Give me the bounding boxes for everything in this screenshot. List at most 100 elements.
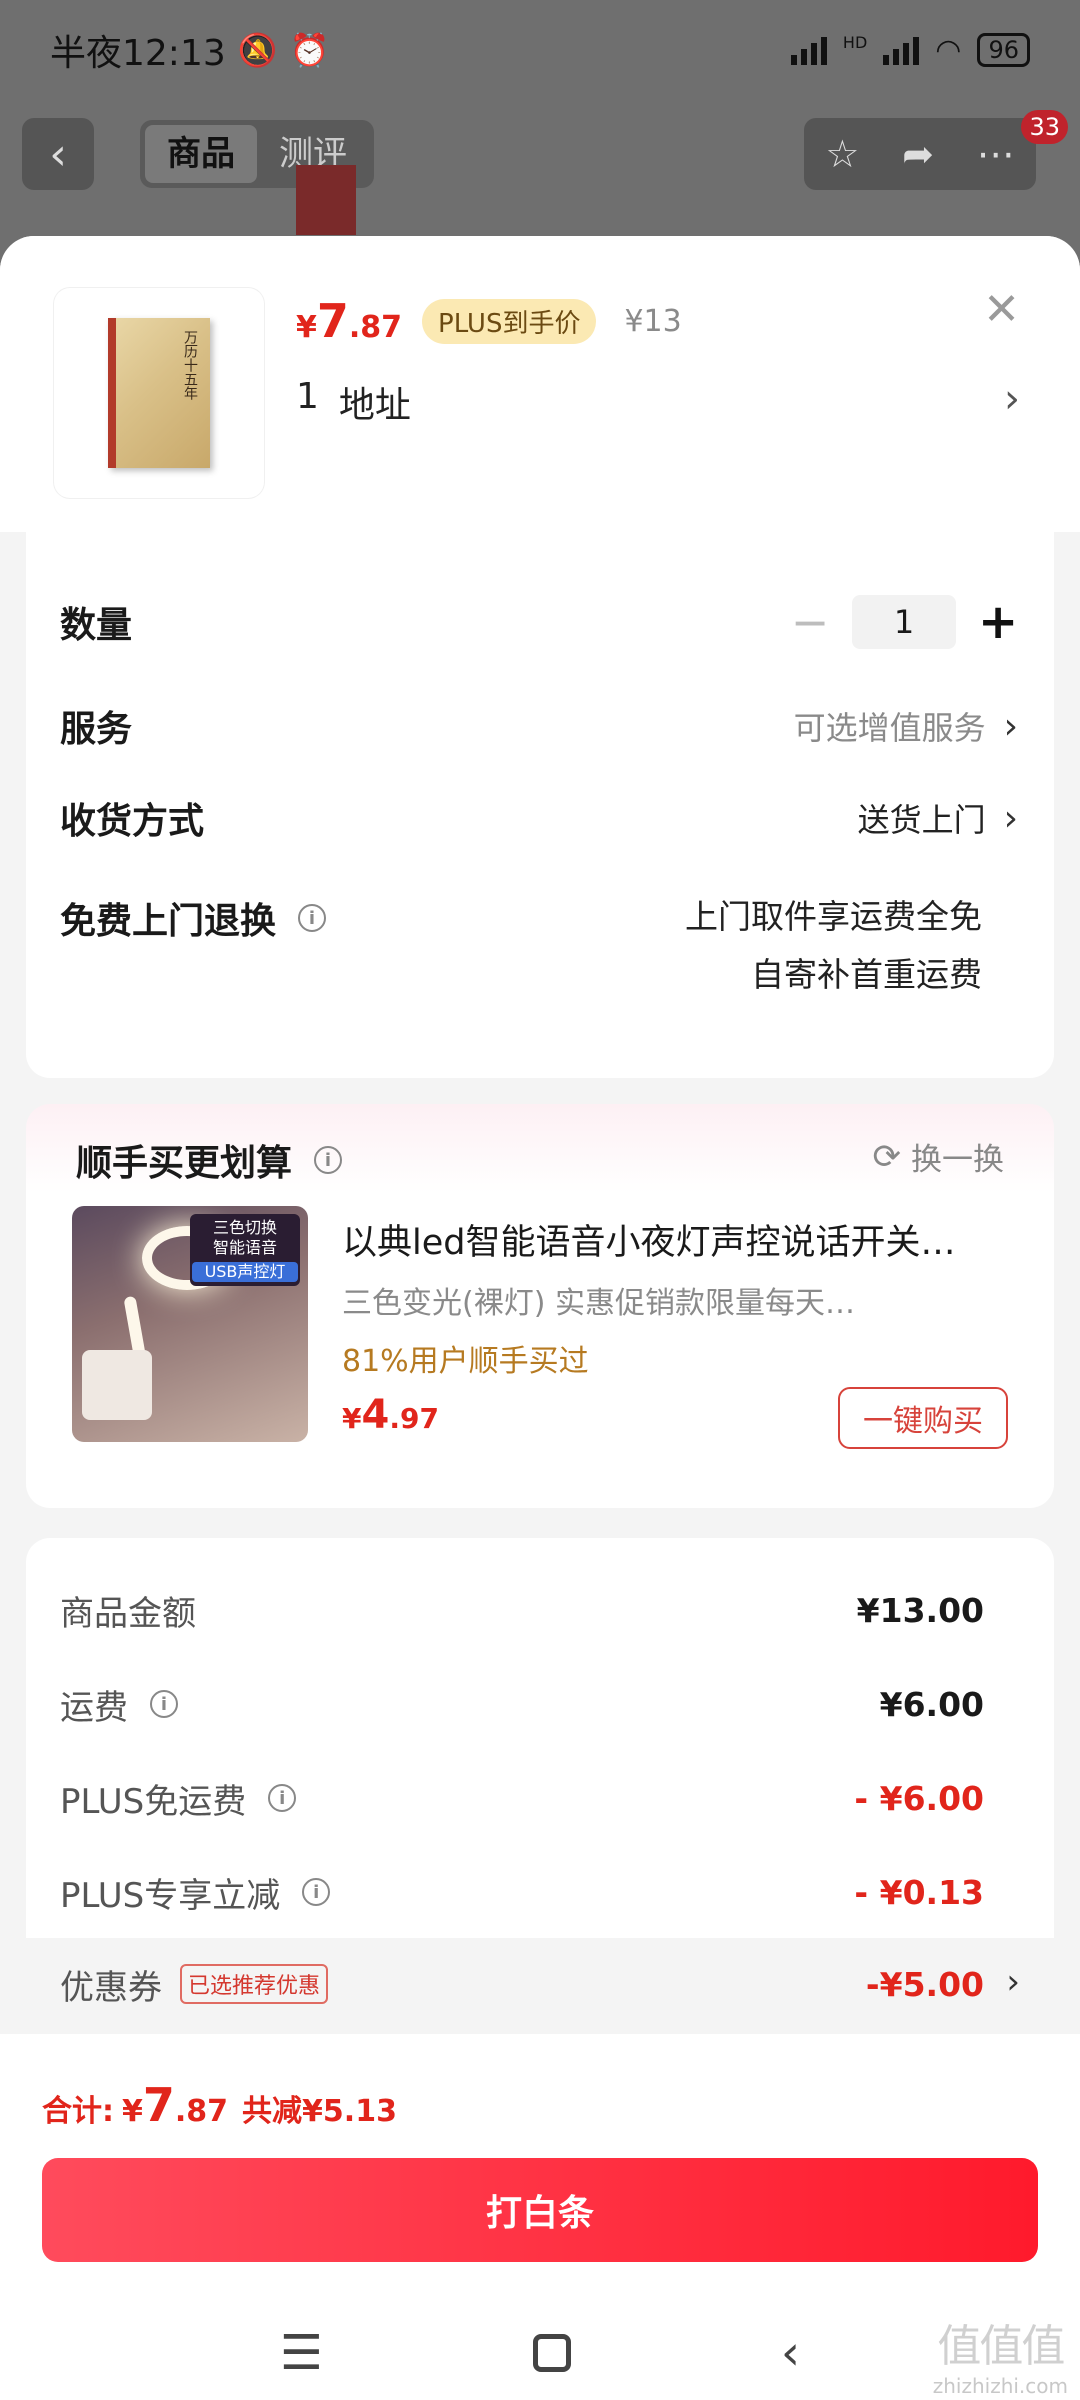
info-icon[interactable]: i	[268, 1784, 297, 1812]
return-line-2: 自寄补首重运费	[751, 955, 982, 994]
upsell-card: 顺手买更划算 i ⟳ 换一换 三色切换 智能语音 USB声控灯 以典led智能语…	[26, 1104, 1054, 1508]
price-symbol: ¥	[296, 310, 317, 345]
info-icon[interactable]: i	[298, 904, 327, 932]
upsell-price-integer: 4	[361, 1392, 390, 1438]
quantity-stepper: − 1 +	[790, 594, 1019, 650]
info-icon[interactable]: i	[314, 1146, 343, 1174]
star-icon[interactable]: ☆	[825, 132, 859, 176]
network-type: HD	[842, 32, 868, 52]
summary-label: PLUS免运费 i	[60, 1774, 297, 1823]
status-time: 半夜12:13	[50, 33, 226, 74]
summary-row: 商品金额 ¥13.00	[60, 1582, 984, 1638]
book-cover-title: 万历十五年	[182, 330, 198, 400]
delivery-value-text: 送货上门	[857, 801, 986, 839]
info-icon[interactable]: i	[302, 1878, 331, 1906]
nav-actions: ☆ ➦ ⋯	[804, 118, 1036, 190]
summary-label: PLUS专享立减 i	[60, 1868, 331, 1917]
address-count: 1	[296, 376, 319, 417]
chevron-right-icon[interactable]: ›	[1006, 1962, 1020, 2002]
original-price: ¥13	[624, 303, 682, 339]
alarm-icon: ⏰	[289, 31, 330, 69]
watermark: 值值值 zhizhizhi.com	[933, 2310, 1068, 2398]
chevron-left-icon: ‹	[49, 128, 67, 180]
service-row[interactable]: 服务 可选增值服务 ›	[60, 696, 1018, 756]
book-cover: 万历十五年	[108, 318, 210, 468]
quantity-label: 数量	[60, 605, 133, 646]
summary-label: 商品金额	[60, 1593, 196, 1634]
total-decimal: .87	[174, 2094, 229, 2129]
summary-row: PLUS免运费 i - ¥6.00	[60, 1770, 984, 1826]
delivery-row[interactable]: 收货方式 送货上门 ›	[60, 788, 1018, 848]
wifi-icon: ◠	[935, 32, 962, 68]
pay-button[interactable]: 打白条	[42, 2158, 1038, 2262]
info-icon[interactable]: i	[150, 1690, 178, 1718]
plus-price-tag: PLUS到手价	[422, 298, 597, 344]
summary-value: - ¥6.00	[854, 1778, 984, 1818]
price-summary-card: 商品金额 ¥13.00 运费 i ¥6.00 PLUS免运费 i - ¥6.00 P…	[26, 1538, 1054, 2008]
signal-icon	[790, 35, 827, 65]
upsell-product-image[interactable]: 三色切换 智能语音 USB声控灯	[72, 1206, 308, 1442]
background-product-image	[296, 165, 356, 235]
purchase-sheet: 万历十五年 ¥ 7 .87 PLUS到手价 ¥13 ✕ 1 地址 › 数量 − …	[0, 236, 1080, 2400]
service-label: 服务	[60, 709, 133, 750]
upsell-price-decimal: .97	[389, 1402, 439, 1435]
address-selector[interactable]: 1 地址	[296, 376, 411, 428]
coupon-row[interactable]: 优惠券 已选推荐优惠 -¥5.00	[60, 1956, 984, 2012]
more-icon[interactable]: ⋯	[977, 132, 1015, 176]
order-total: 合计: ¥ 7 .87 共减¥5.13	[42, 2078, 397, 2132]
quantity-row: 数量 − 1 +	[60, 592, 1018, 652]
one-click-buy-button[interactable]: 一键购买	[838, 1387, 1008, 1449]
quantity-input[interactable]: 1	[852, 595, 956, 649]
refresh-label: 换一换	[911, 1142, 1004, 1178]
chevron-right-icon: ›	[1003, 705, 1018, 747]
home-icon[interactable]	[532, 2334, 571, 2372]
image-badge: 三色切换 智能语音 USB声控灯	[190, 1214, 300, 1286]
total-integer: 7	[142, 2078, 175, 2132]
battery-icon: 96	[977, 33, 1030, 67]
delivery-value: 送货上门 ›	[858, 795, 1018, 841]
service-value-text: 可选增值服务	[793, 709, 986, 747]
back-button[interactable]: ‹	[22, 118, 94, 190]
watermark-logo: 值值值	[937, 2321, 1065, 2372]
total-savings: 共减¥5.13	[242, 2094, 397, 2129]
wall-socket	[82, 1350, 152, 1420]
watermark-url: zhizhizhi.com	[932, 2374, 1068, 2398]
product-top-nav: ‹ 商品 测评 ☆ ➦ ⋯ 33	[0, 110, 1080, 194]
upsell-product-name[interactable]: 以典led智能语音小夜灯声控说话开关…	[342, 1214, 1022, 1265]
status-bar: 半夜12:13 🔕 ⏰ HD ◠ 96	[0, 0, 1080, 100]
total-symbol: ¥	[122, 2094, 143, 2129]
service-value: 可选增值服务 ›	[794, 703, 1018, 749]
tab-product[interactable]: 商品	[145, 125, 257, 183]
image-badge-line: USB声控灯	[192, 1262, 298, 1282]
image-badge-line: 智能语音	[212, 1238, 277, 1257]
coupon-tag: 已选推荐优惠	[180, 1964, 329, 2004]
back-icon[interactable]: ‹	[781, 2325, 800, 2381]
summary-value: -¥5.00	[865, 1964, 984, 2004]
price-row: ¥ 7 .87 PLUS到手价 ¥13	[296, 294, 682, 348]
system-nav-bar: ☰ ‹	[0, 2308, 1080, 2398]
summary-value: ¥13.00	[856, 1590, 984, 1630]
upsell-title-text: 顺手买更划算	[76, 1143, 293, 1184]
summary-row: 运费 i ¥6.00	[60, 1676, 984, 1732]
product-thumbnail: 万历十五年	[54, 288, 264, 498]
summary-label-text: PLUS免运费	[60, 1781, 247, 1822]
refresh-button[interactable]: ⟳ 换一换	[873, 1134, 1005, 1179]
minus-button[interactable]: −	[790, 595, 830, 649]
upsell-price-symbol: ¥	[342, 1402, 362, 1435]
summary-label-text: PLUS专享立减	[60, 1875, 281, 1916]
chevron-right-icon[interactable]: ›	[1004, 376, 1020, 422]
total-label: 合计:	[42, 2094, 114, 2129]
summary-label-text: 运费	[60, 1687, 128, 1728]
menu-icon[interactable]: ☰	[280, 2325, 323, 2381]
address-label: 地址	[338, 385, 411, 426]
price-decimal: .87	[348, 310, 403, 345]
share-icon[interactable]: ➦	[902, 132, 934, 176]
chevron-right-icon: ›	[1003, 797, 1018, 839]
sheet-header: 万历十五年 ¥ 7 .87 PLUS到手价 ¥13 ✕ 1 地址 ›	[0, 236, 1080, 532]
close-icon[interactable]: ✕	[983, 284, 1020, 335]
signal-icon-2	[883, 35, 920, 65]
return-policy: 上门取件享运费全免 自寄补首重运费	[685, 888, 982, 1004]
plus-button[interactable]: +	[978, 594, 1018, 650]
summary-value: - ¥0.13	[854, 1872, 984, 1912]
return-label: 免费上门退换	[60, 901, 277, 942]
